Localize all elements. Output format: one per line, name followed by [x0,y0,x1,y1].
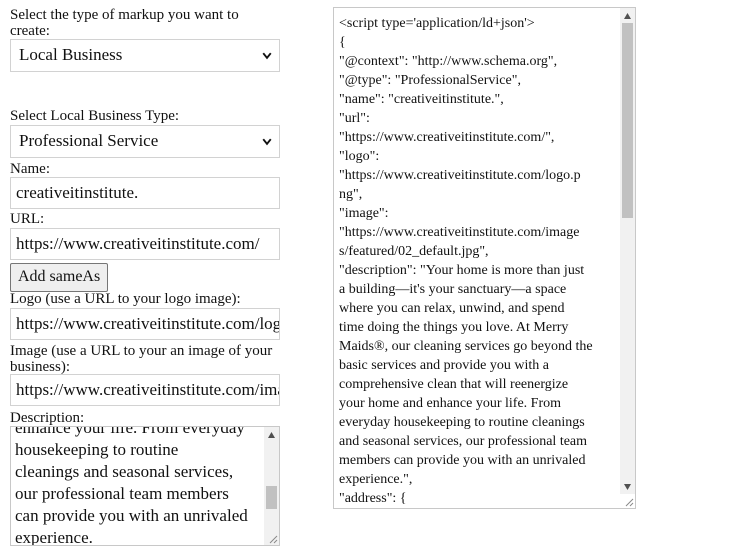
markup-type-select[interactable]: Local Business [10,39,280,72]
description-label: Description: [10,410,85,426]
url-label: URL: [10,211,45,227]
image-label: Image (use a URL to your an image of you… [10,343,273,375]
description-scrollbar[interactable] [264,427,279,545]
code-line: Maids®, our cleaning services go beyond … [339,339,593,354]
name-label: Name: [10,161,50,177]
description-line: our professional team members [15,484,229,503]
code-line: ng", [339,187,363,202]
code-line: "@context": "http://www.schema.org", [339,54,558,69]
code-line: "https://www.creativeitinstitute.com/", [339,130,555,145]
code-line: "https://www.creativeitinstitute.com/ima… [339,225,580,240]
code-line: "image": [339,206,389,221]
scroll-up-arrow-icon[interactable] [623,12,632,20]
business-type-select[interactable]: Professional Service [10,125,280,158]
code-line: "https://www.creativeitinstitute.com/log… [339,168,581,183]
description-line: cleanings and seasonal services, [15,462,234,481]
code-line: and seasonal services, our professional … [339,434,588,449]
url-input[interactable]: https://www.creativeitinstitute.com/ [10,228,280,260]
code-line: members can provide you with an unrivale… [339,453,586,468]
code-scrollbar-thumb[interactable] [622,23,633,218]
code-line: "url": [339,111,370,126]
code-line: a building—it's your sanctuary—a space [339,282,567,297]
code-line: "logo": [339,149,380,164]
chevron-down-icon [262,138,272,146]
code-line: basic services and provide you with a [339,358,549,373]
code-line: time doing the things you love. At Merry [339,320,569,335]
code-line: "name": "creativeitinstitute.", [339,92,504,107]
description-line: experience. [15,528,93,546]
description-line: can provide you with an unrivaled [15,506,248,525]
scroll-up-arrow-icon[interactable] [267,431,276,439]
code-line: "address": { [339,491,407,506]
markup-type-value: Local Business [19,45,123,64]
code-output-textarea[interactable]: <script type='application/ld+json'> { "@… [333,7,636,509]
code-line: comprehensive clean that will reenergize [339,377,569,392]
description-textarea[interactable]: enhance your life. From everyday houseke… [10,426,280,546]
resize-grip-icon[interactable] [624,497,634,507]
name-input[interactable]: creativeitinstitute. [10,177,280,209]
code-line: everyday housekeeping to routine cleanin… [339,415,585,430]
code-line: your home and enhance your life. From [339,396,561,411]
image-input[interactable]: https://www.creativeitinstitute.com/imag… [10,374,280,406]
markup-type-label: Select the type of markup you want to cr… [10,7,239,39]
logo-label: Logo (use a URL to your logo image): [10,291,241,307]
description-scrollbar-thumb[interactable] [266,486,277,509]
code-scrollbar[interactable] [620,8,635,494]
code-line: "@type": "ProfessionalService", [339,73,521,88]
logo-input[interactable]: https://www.creativeitinstitute.com/logo… [10,308,280,340]
scroll-down-arrow-icon[interactable] [623,483,632,491]
add-sameas-button[interactable]: Add sameAs [10,263,109,292]
code-line: <script type='application/ld+json'> [339,16,535,31]
code-line: s/featured/02_default.jpg", [339,244,489,259]
code-line: { [339,35,346,50]
description-line: enhance your life. From everyday [15,426,245,437]
chevron-down-icon [262,52,272,60]
business-type-value: Professional Service [19,131,159,150]
description-line: housekeeping to routine [15,440,179,459]
code-line: experience.", [339,472,413,487]
code-line: "description": "Your home is more than j… [339,263,585,278]
code-line: where you can relax, unwind, and spend [339,301,565,316]
resize-grip-icon[interactable] [268,534,278,544]
business-type-label: Select Local Business Type: [10,108,180,124]
